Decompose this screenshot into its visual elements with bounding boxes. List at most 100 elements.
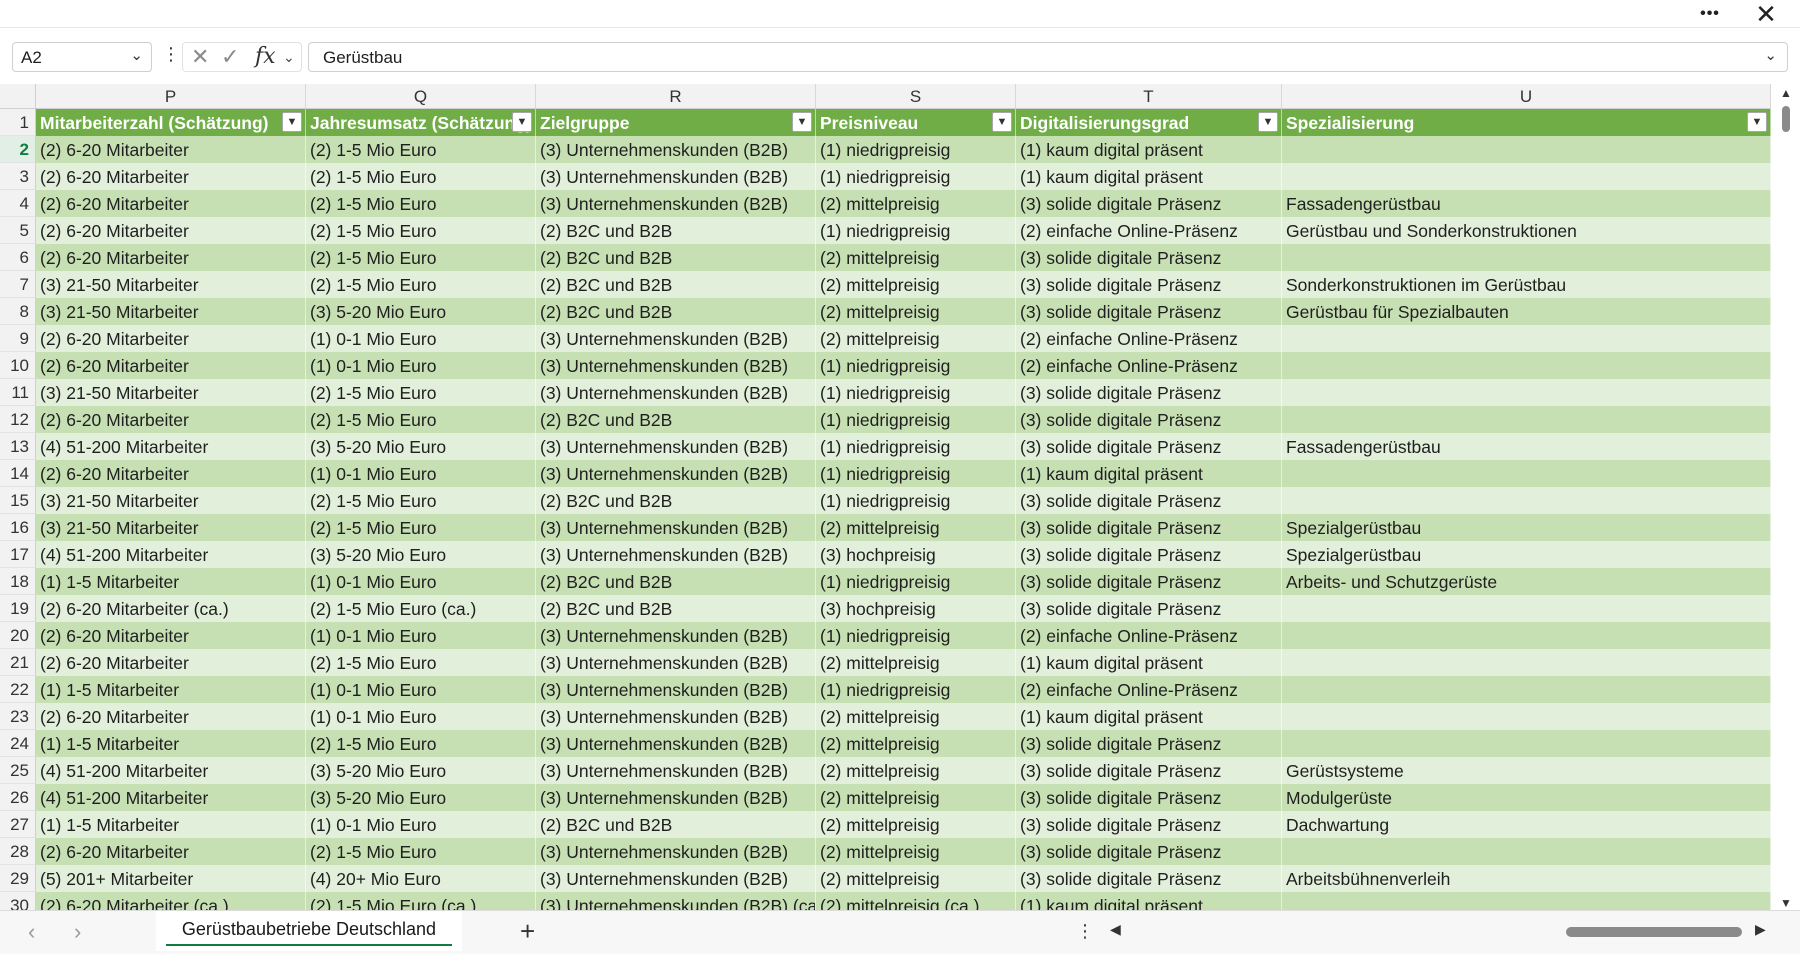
table-cell[interactable]: (3) 21-50 Mitarbeiter xyxy=(36,271,306,298)
table-cell[interactable] xyxy=(1282,460,1771,487)
sheet-tab-active[interactable]: Gerüstbaubetriebe Deutschland xyxy=(156,911,462,951)
table-cell[interactable]: (2) mittelpreisig xyxy=(816,298,1016,325)
table-cell[interactable] xyxy=(1282,838,1771,865)
table-cell[interactable]: (2) 1-5 Mio Euro xyxy=(306,514,536,541)
table-cell[interactable]: (3) 5-20 Mio Euro xyxy=(306,433,536,460)
table-cell[interactable]: (1) kaum digital präsent xyxy=(1016,649,1282,676)
row-header[interactable]: 13 xyxy=(0,433,36,460)
table-cell[interactable]: (2) 6-20 Mitarbeiter xyxy=(36,163,306,190)
row-header[interactable]: 30 xyxy=(0,892,36,910)
table-cell[interactable]: Gerüstbau für Spezialbauten xyxy=(1282,298,1771,325)
table-cell[interactable]: (1) niedrigpreisig xyxy=(816,406,1016,433)
table-cell[interactable]: (3) solide digitale Präsenz xyxy=(1016,244,1282,271)
table-cell[interactable]: (3) 5-20 Mio Euro xyxy=(306,784,536,811)
table-cell[interactable]: (2) einfache Online-Präsenz xyxy=(1016,622,1282,649)
table-cell[interactable]: (5) 201+ Mitarbeiter xyxy=(36,865,306,892)
table-cell[interactable]: (3) solide digitale Präsenz xyxy=(1016,568,1282,595)
table-cell[interactable]: (2) mittelpreisig xyxy=(816,865,1016,892)
table-cell[interactable]: (1) niedrigpreisig xyxy=(816,622,1016,649)
table-cell[interactable]: (1) 0-1 Mio Euro xyxy=(306,703,536,730)
table-cell[interactable]: (3) solide digitale Präsenz xyxy=(1016,757,1282,784)
table-cell[interactable] xyxy=(1282,352,1771,379)
insert-function-icon[interactable]: fx xyxy=(255,44,276,69)
table-cell[interactable]: (3) solide digitale Präsenz xyxy=(1016,298,1282,325)
table-cell[interactable]: (3) Unternehmenskunden (B2B) xyxy=(536,865,816,892)
chevron-down-icon[interactable]: ⌄ xyxy=(283,49,295,66)
table-cell[interactable]: (1) niedrigpreisig xyxy=(816,163,1016,190)
table-cell[interactable]: (2) einfache Online-Präsenz xyxy=(1016,217,1282,244)
row-header[interactable]: 3 xyxy=(0,163,36,190)
row-header[interactable]: 8 xyxy=(0,298,36,325)
table-cell[interactable]: (3) solide digitale Präsenz xyxy=(1016,271,1282,298)
table-cell[interactable]: (2) 6-20 Mitarbeiter xyxy=(36,622,306,649)
table-cell[interactable]: (2) 6-20 Mitarbeiter xyxy=(36,406,306,433)
row-header[interactable]: 6 xyxy=(0,244,36,271)
row-header[interactable]: 29 xyxy=(0,865,36,892)
row-header[interactable]: 26 xyxy=(0,784,36,811)
vertical-scroll-thumb[interactable] xyxy=(1782,106,1790,132)
table-cell[interactable]: (3) Unternehmenskunden (B2B) xyxy=(536,136,816,163)
table-header-cell[interactable]: Preisniveau xyxy=(816,109,1016,136)
table-cell[interactable]: (3) Unternehmenskunden (B2B) (ca.) xyxy=(536,892,816,910)
filter-dropdown-icon[interactable]: ▼ xyxy=(512,112,532,132)
table-cell[interactable]: (2) B2C und B2B xyxy=(536,271,816,298)
table-cell[interactable]: (3) solide digitale Präsenz xyxy=(1016,406,1282,433)
table-cell[interactable]: Sonderkonstruktionen im Gerüstbau xyxy=(1282,271,1771,298)
scroll-down-icon[interactable]: ▼ xyxy=(1780,896,1792,910)
scroll-up-icon[interactable]: ▲ xyxy=(1780,86,1792,100)
filter-dropdown-icon[interactable]: ▼ xyxy=(1258,112,1278,132)
row-header[interactable]: 1 xyxy=(0,109,36,136)
row-header[interactable]: 18 xyxy=(0,568,36,595)
table-cell[interactable]: (2) B2C und B2B xyxy=(536,568,816,595)
table-cell[interactable]: (2) mittelpreisig xyxy=(816,514,1016,541)
table-cell[interactable]: (2) einfache Online-Präsenz xyxy=(1016,325,1282,352)
table-cell[interactable]: (1) niedrigpreisig xyxy=(816,676,1016,703)
table-cell[interactable]: (1) 1-5 Mitarbeiter xyxy=(36,676,306,703)
table-cell[interactable]: Fassadengerüstbau xyxy=(1282,190,1771,217)
table-cell[interactable]: (3) Unternehmenskunden (B2B) xyxy=(536,838,816,865)
table-cell[interactable]: (3) Unternehmenskunden (B2B) xyxy=(536,784,816,811)
table-cell[interactable]: (2) 1-5 Mio Euro xyxy=(306,379,536,406)
table-cell[interactable]: (4) 51-200 Mitarbeiter xyxy=(36,433,306,460)
table-cell[interactable]: (1) niedrigpreisig xyxy=(816,379,1016,406)
table-cell[interactable]: (2) mittelpreisig xyxy=(816,703,1016,730)
table-cell[interactable] xyxy=(1282,136,1771,163)
table-cell[interactable] xyxy=(1282,163,1771,190)
table-cell[interactable] xyxy=(1282,622,1771,649)
table-cell[interactable]: (1) kaum digital präsent xyxy=(1016,892,1282,910)
table-cell[interactable]: (3) Unternehmenskunden (B2B) xyxy=(536,649,816,676)
row-header[interactable]: 4 xyxy=(0,190,36,217)
add-sheet-icon[interactable]: + xyxy=(520,916,535,947)
row-header[interactable]: 7 xyxy=(0,271,36,298)
table-cell[interactable]: (3) Unternehmenskunden (B2B) xyxy=(536,730,816,757)
table-cell[interactable]: (2) 6-20 Mitarbeiter xyxy=(36,838,306,865)
vertical-scrollbar[interactable]: ▲ ▼ xyxy=(1771,84,1800,910)
table-cell[interactable]: (3) Unternehmenskunden (B2B) xyxy=(536,190,816,217)
table-cell[interactable]: (3) solide digitale Präsenz xyxy=(1016,865,1282,892)
cancel-icon[interactable]: ✕ xyxy=(191,44,209,70)
table-cell[interactable]: (2) 6-20 Mitarbeiter xyxy=(36,136,306,163)
table-cell[interactable]: (3) solide digitale Präsenz xyxy=(1016,541,1282,568)
table-cell[interactable]: (2) mittelpreisig xyxy=(816,730,1016,757)
table-cell[interactable]: (1) niedrigpreisig xyxy=(816,352,1016,379)
table-cell[interactable]: (3) solide digitale Präsenz xyxy=(1016,190,1282,217)
next-sheet-icon[interactable]: › xyxy=(74,919,81,945)
table-cell[interactable]: (2) 6-20 Mitarbeiter xyxy=(36,460,306,487)
table-cell[interactable]: (3) solide digitale Präsenz xyxy=(1016,514,1282,541)
table-cell[interactable]: (2) 6-20 Mitarbeiter xyxy=(36,217,306,244)
column-header-s[interactable]: S xyxy=(816,84,1016,109)
table-cell[interactable]: (2) mittelpreisig xyxy=(816,838,1016,865)
table-cell[interactable]: (3) Unternehmenskunden (B2B) xyxy=(536,379,816,406)
table-cell[interactable]: (3) solide digitale Präsenz xyxy=(1016,433,1282,460)
table-cell[interactable] xyxy=(1282,649,1771,676)
table-cell[interactable]: (2) 1-5 Mio Euro xyxy=(306,136,536,163)
table-cell[interactable]: (2) 1-5 Mio Euro xyxy=(306,217,536,244)
table-cell[interactable]: (2) mittelpreisig (ca.) xyxy=(816,892,1016,910)
table-cell[interactable] xyxy=(1282,244,1771,271)
table-cell[interactable]: (1) kaum digital präsent xyxy=(1016,703,1282,730)
table-cell[interactable]: (3) 5-20 Mio Euro xyxy=(306,757,536,784)
table-cell[interactable]: (2) B2C und B2B xyxy=(536,595,816,622)
column-header-r[interactable]: R xyxy=(536,84,816,109)
table-cell[interactable]: (1) 0-1 Mio Euro xyxy=(306,352,536,379)
table-cell[interactable]: (2) einfache Online-Präsenz xyxy=(1016,676,1282,703)
